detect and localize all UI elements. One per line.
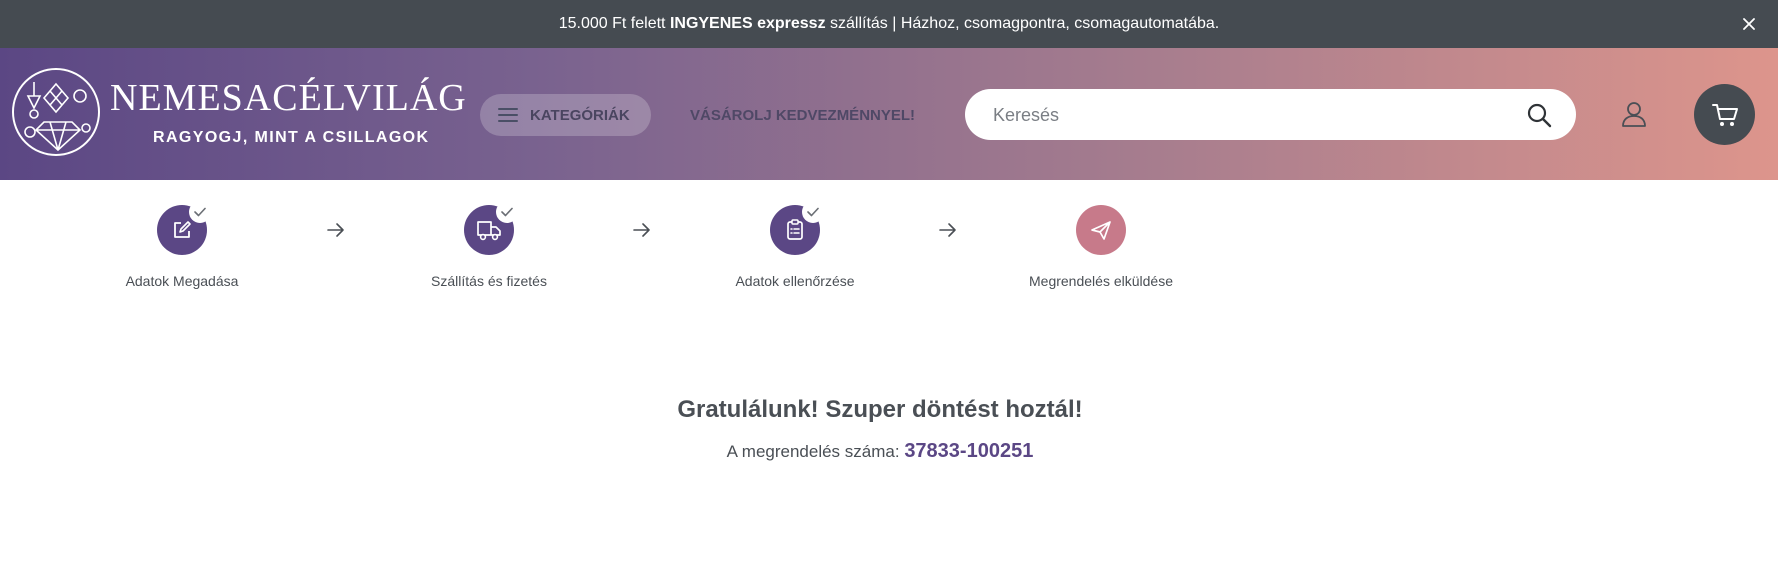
arrow-right-icon bbox=[939, 223, 956, 237]
announcement-highlight: INGYENES expressz bbox=[669, 15, 826, 32]
cart-button[interactable] bbox=[1694, 84, 1755, 145]
step-circle bbox=[1076, 205, 1126, 255]
step-label: Adatok Megadása bbox=[125, 273, 239, 289]
edit-icon bbox=[174, 221, 191, 238]
confirmation-title: Gratulálunk! Szuper döntést hoztál! bbox=[677, 396, 1083, 423]
checkout-step-shipping: Szállítás és fizetés bbox=[379, 201, 599, 289]
check-icon bbox=[496, 201, 518, 223]
announcement-text-start: 15.000 Ft felett bbox=[558, 15, 670, 32]
arrow-right-icon bbox=[327, 223, 344, 237]
jewelry-logo-icon bbox=[12, 68, 100, 156]
logo-tagline: RAGYOGJ, MINT A CSILLAGOK bbox=[153, 129, 430, 146]
discount-shopping-link[interactable]: VÁSÁROLJ KEDVEZMÉNNYEL! bbox=[690, 107, 915, 124]
announcement-text: 15.000 Ft felett INGYENES expressz száll… bbox=[559, 15, 1220, 33]
checkout-step-details: Adatok Megadása bbox=[72, 201, 292, 289]
announcement-text-end: szállítás | Házhoz, csomagpontra, csomag… bbox=[825, 15, 1220, 32]
checkout-step-review: Adatok ellenőrzése bbox=[685, 201, 905, 289]
clipboard-icon bbox=[787, 219, 803, 240]
menu-icon bbox=[498, 108, 518, 122]
announcement-bar: 15.000 Ft felett INGYENES expressz száll… bbox=[0, 0, 1778, 48]
categories-button[interactable]: KATEGÓRIÁK bbox=[480, 94, 651, 136]
step-label: Megrendelés elküldése bbox=[1029, 273, 1173, 289]
send-icon bbox=[1091, 221, 1111, 240]
cart-icon bbox=[1711, 103, 1738, 126]
arrow-right-icon bbox=[633, 223, 650, 237]
logo-name: NEMESACÉLVILÁG bbox=[110, 77, 467, 119]
order-number-line: A megrendelés száma: 37833-100251 bbox=[0, 440, 1760, 463]
logo[interactable]: NEMESACÉLVILÁG RAGYOGJ, MINT A CSILLAGOK bbox=[10, 66, 466, 158]
close-icon[interactable] bbox=[1738, 13, 1760, 35]
search-input[interactable] bbox=[991, 89, 1495, 142]
step-circle bbox=[464, 201, 518, 255]
order-number-label: A megrendelés száma: bbox=[726, 442, 905, 461]
search-bar bbox=[965, 89, 1576, 142]
step-circle bbox=[770, 201, 824, 255]
site-header: NEMESACÉLVILÁG RAGYOGJ, MINT A CSILLAGOK… bbox=[0, 48, 1778, 180]
categories-label: KATEGÓRIÁK bbox=[530, 106, 630, 124]
check-icon bbox=[189, 201, 211, 223]
step-label: Szállítás és fizetés bbox=[431, 273, 547, 289]
user-icon[interactable] bbox=[1620, 100, 1648, 128]
order-number: 37833-100251 bbox=[904, 440, 1034, 462]
search-icon[interactable] bbox=[1526, 102, 1552, 128]
step-label: Adatok ellenőrzése bbox=[735, 273, 855, 289]
checkout-step-submit: Megrendelés elküldése bbox=[991, 205, 1211, 289]
check-icon bbox=[802, 201, 824, 223]
step-circle bbox=[157, 201, 211, 255]
truck-icon bbox=[477, 221, 501, 241]
